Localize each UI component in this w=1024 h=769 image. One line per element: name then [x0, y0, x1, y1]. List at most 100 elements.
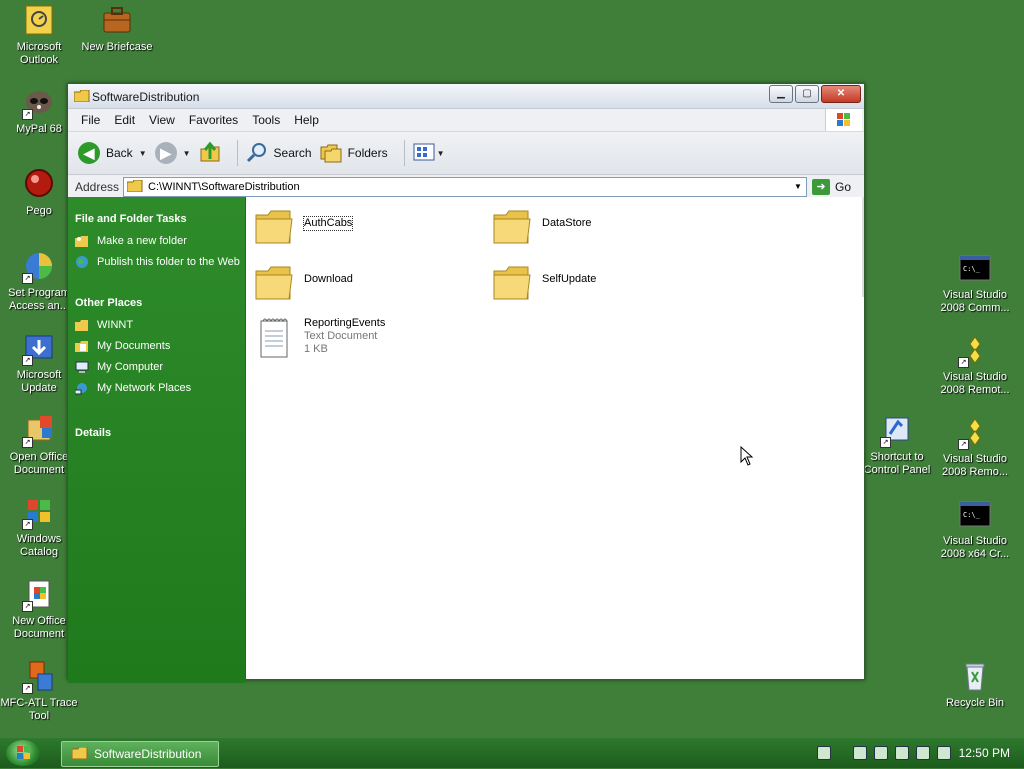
list-item[interactable]: Download — [254, 263, 353, 304]
console-icon: C:\_ — [958, 498, 992, 532]
chevron-down-icon[interactable]: ▼ — [790, 178, 806, 196]
taskbar-item-softwaredistribution[interactable]: SoftwareDistribution — [61, 741, 219, 767]
desktop-icon-label: Visual Studio 2008 Comm... — [940, 289, 1010, 314]
shortcut-arrow-icon: ↗ — [22, 273, 33, 284]
mouse-cursor-icon — [740, 445, 754, 469]
file-type: Text Document — [304, 330, 378, 342]
folder-icon — [254, 207, 294, 248]
remote-debugger-icon: ↗ — [958, 334, 992, 368]
chevron-down-icon[interactable]: ▼ — [139, 149, 147, 158]
folder-icon — [492, 263, 532, 304]
console-icon: C:\_ — [958, 252, 992, 286]
task-publish-web[interactable]: Publish this folder to the Web — [75, 256, 245, 269]
new-folder-icon — [75, 235, 89, 248]
folder-open-icon: ↗ — [22, 414, 56, 448]
explorer-window[interactable]: SoftwareDistribution ▁ ▢ ✕ File Edit Vie… — [67, 83, 865, 683]
chevron-down-icon[interactable]: ▼ — [183, 149, 191, 158]
safely-remove-icon[interactable] — [894, 746, 909, 760]
globe-icon — [75, 256, 89, 269]
text-document-icon — [258, 317, 292, 364]
menu-edit[interactable]: Edit — [114, 113, 135, 127]
desktop-icon-new-briefcase[interactable]: New Briefcase — [78, 4, 156, 54]
folder-icon — [73, 89, 90, 105]
desktop-icon-label: Visual Studio 2008 x64 Cr... — [940, 535, 1010, 560]
my-documents-icon — [75, 340, 89, 353]
file-folder-tasks-header[interactable]: File and Folder Tasks — [75, 213, 245, 225]
pego-icon — [22, 168, 56, 202]
list-item[interactable]: DataStore — [492, 207, 592, 248]
svg-text:C:\_: C:\_ — [963, 511, 981, 519]
menu-view[interactable]: View — [149, 113, 175, 127]
place-my-network-places[interactable]: My Network Places — [74, 382, 245, 395]
place-my-documents[interactable]: My Documents — [75, 340, 245, 353]
chevron-down-icon[interactable]: ▼ — [437, 149, 445, 158]
list-item[interactable]: AuthCabs — [254, 207, 354, 248]
address-input[interactable]: C:\WINNT\SoftwareDistribution ▼ — [123, 177, 807, 197]
network-icon — [74, 382, 89, 395]
trace-tool-icon: ↗ — [22, 660, 56, 694]
place-winnt[interactable]: WINNT — [75, 319, 245, 332]
toolbar-separator — [236, 140, 238, 166]
raccoon-icon: ↗ — [22, 86, 56, 120]
other-places-header[interactable]: Other Places — [75, 297, 245, 309]
keyboard-icon[interactable] — [816, 746, 831, 760]
up-folder-icon — [199, 141, 221, 166]
desktop-icon-label: Recycle Bin — [945, 697, 1005, 709]
shortcut-arrow-icon: ↗ — [22, 683, 33, 694]
new-document-icon: ↗ — [22, 578, 56, 612]
desktop-icon-control-panel[interactable]: ↗ Shortcut to Control Panel — [858, 414, 936, 477]
search-button[interactable]: Search — [246, 141, 312, 166]
file-name: Download — [304, 273, 353, 285]
go-button[interactable]: ➜ Go — [812, 179, 851, 195]
desktop-icon-recycle-bin[interactable]: Recycle Bin — [936, 660, 1014, 710]
place-my-computer[interactable]: My Computer — [75, 361, 245, 374]
volume-icon[interactable] — [936, 746, 951, 760]
list-item[interactable]: ReportingEvents Text Document 1 KB — [258, 317, 385, 364]
task-make-new-folder[interactable]: Make a new folder — [75, 235, 245, 248]
shortcut-arrow-icon: ↗ — [22, 109, 33, 120]
menu-file[interactable]: File — [81, 113, 100, 127]
back-button[interactable]: ◀ Back ▼ — [78, 142, 147, 164]
settings-icon[interactable] — [873, 746, 888, 760]
shortcut-arrow-icon: ↗ — [22, 355, 33, 366]
folders-button[interactable]: Folders — [320, 141, 388, 166]
taskbar-item-label: SoftwareDistribution — [94, 747, 202, 761]
details-header[interactable]: Details — [75, 427, 245, 439]
window-title: SoftwareDistribution — [92, 90, 200, 104]
list-item[interactable]: SelfUpdate — [492, 263, 596, 304]
file-list[interactable]: AuthCabs DataStore Download SelfUpdate R… — [245, 197, 864, 679]
recycle-bin-icon — [958, 660, 992, 694]
maximize-button[interactable]: ▢ — [795, 85, 819, 103]
desktop-icon-vs-command-prompt[interactable]: C:\_ Visual Studio 2008 Comm... — [936, 252, 1014, 315]
alarm-clock-icon[interactable] — [852, 746, 867, 760]
shortcut-arrow-icon: ↗ — [22, 519, 33, 530]
desktop-icon-vs-remote-2[interactable]: ↗ Visual Studio 2008 Remo... — [936, 416, 1014, 479]
up-button[interactable] — [199, 141, 221, 166]
update-icon: ↗ — [22, 332, 56, 366]
start-button[interactable] — [6, 740, 40, 766]
shortcut-arrow-icon: ↗ — [958, 357, 969, 368]
menu-tools[interactable]: Tools — [252, 113, 280, 127]
close-button[interactable]: ✕ — [821, 85, 861, 103]
computer-icon — [75, 361, 89, 374]
windows-logo-icon — [825, 109, 862, 131]
minimize-button[interactable]: ▁ — [769, 85, 793, 103]
file-name: ReportingEvents — [304, 317, 386, 329]
menu-bar: File Edit View Favorites Tools Help — [68, 109, 864, 132]
file-name: AuthCabs — [302, 216, 354, 231]
clock[interactable]: 12:50 PM — [959, 746, 1010, 760]
desktop-icon-vs-x64-cross[interactable]: C:\_ Visual Studio 2008 x64 Cr... — [936, 498, 1014, 561]
desktop-icon-label: Shortcut to Control Panel — [863, 451, 931, 476]
toolbar-separator — [403, 140, 405, 166]
menu-favorites[interactable]: Favorites — [189, 113, 238, 127]
address-value: C:\WINNT\SoftwareDistribution — [148, 181, 300, 193]
shortcut-arrow-icon: ↗ — [22, 601, 33, 612]
desktop-icon-vs-remote-1[interactable]: ↗ Visual Studio 2008 Remot... — [936, 334, 1014, 397]
forward-button[interactable]: ▶ ▼ — [154, 142, 191, 164]
back-arrow-icon: ◀ — [78, 142, 100, 164]
network-icon[interactable] — [915, 746, 930, 760]
title-bar[interactable]: SoftwareDistribution ▁ ▢ ✕ — [68, 84, 864, 109]
views-button[interactable]: ▼ — [413, 143, 445, 164]
menu-help[interactable]: Help — [294, 113, 319, 127]
desktop-icon-outlook[interactable]: Microsoft Outlook — [0, 4, 78, 67]
